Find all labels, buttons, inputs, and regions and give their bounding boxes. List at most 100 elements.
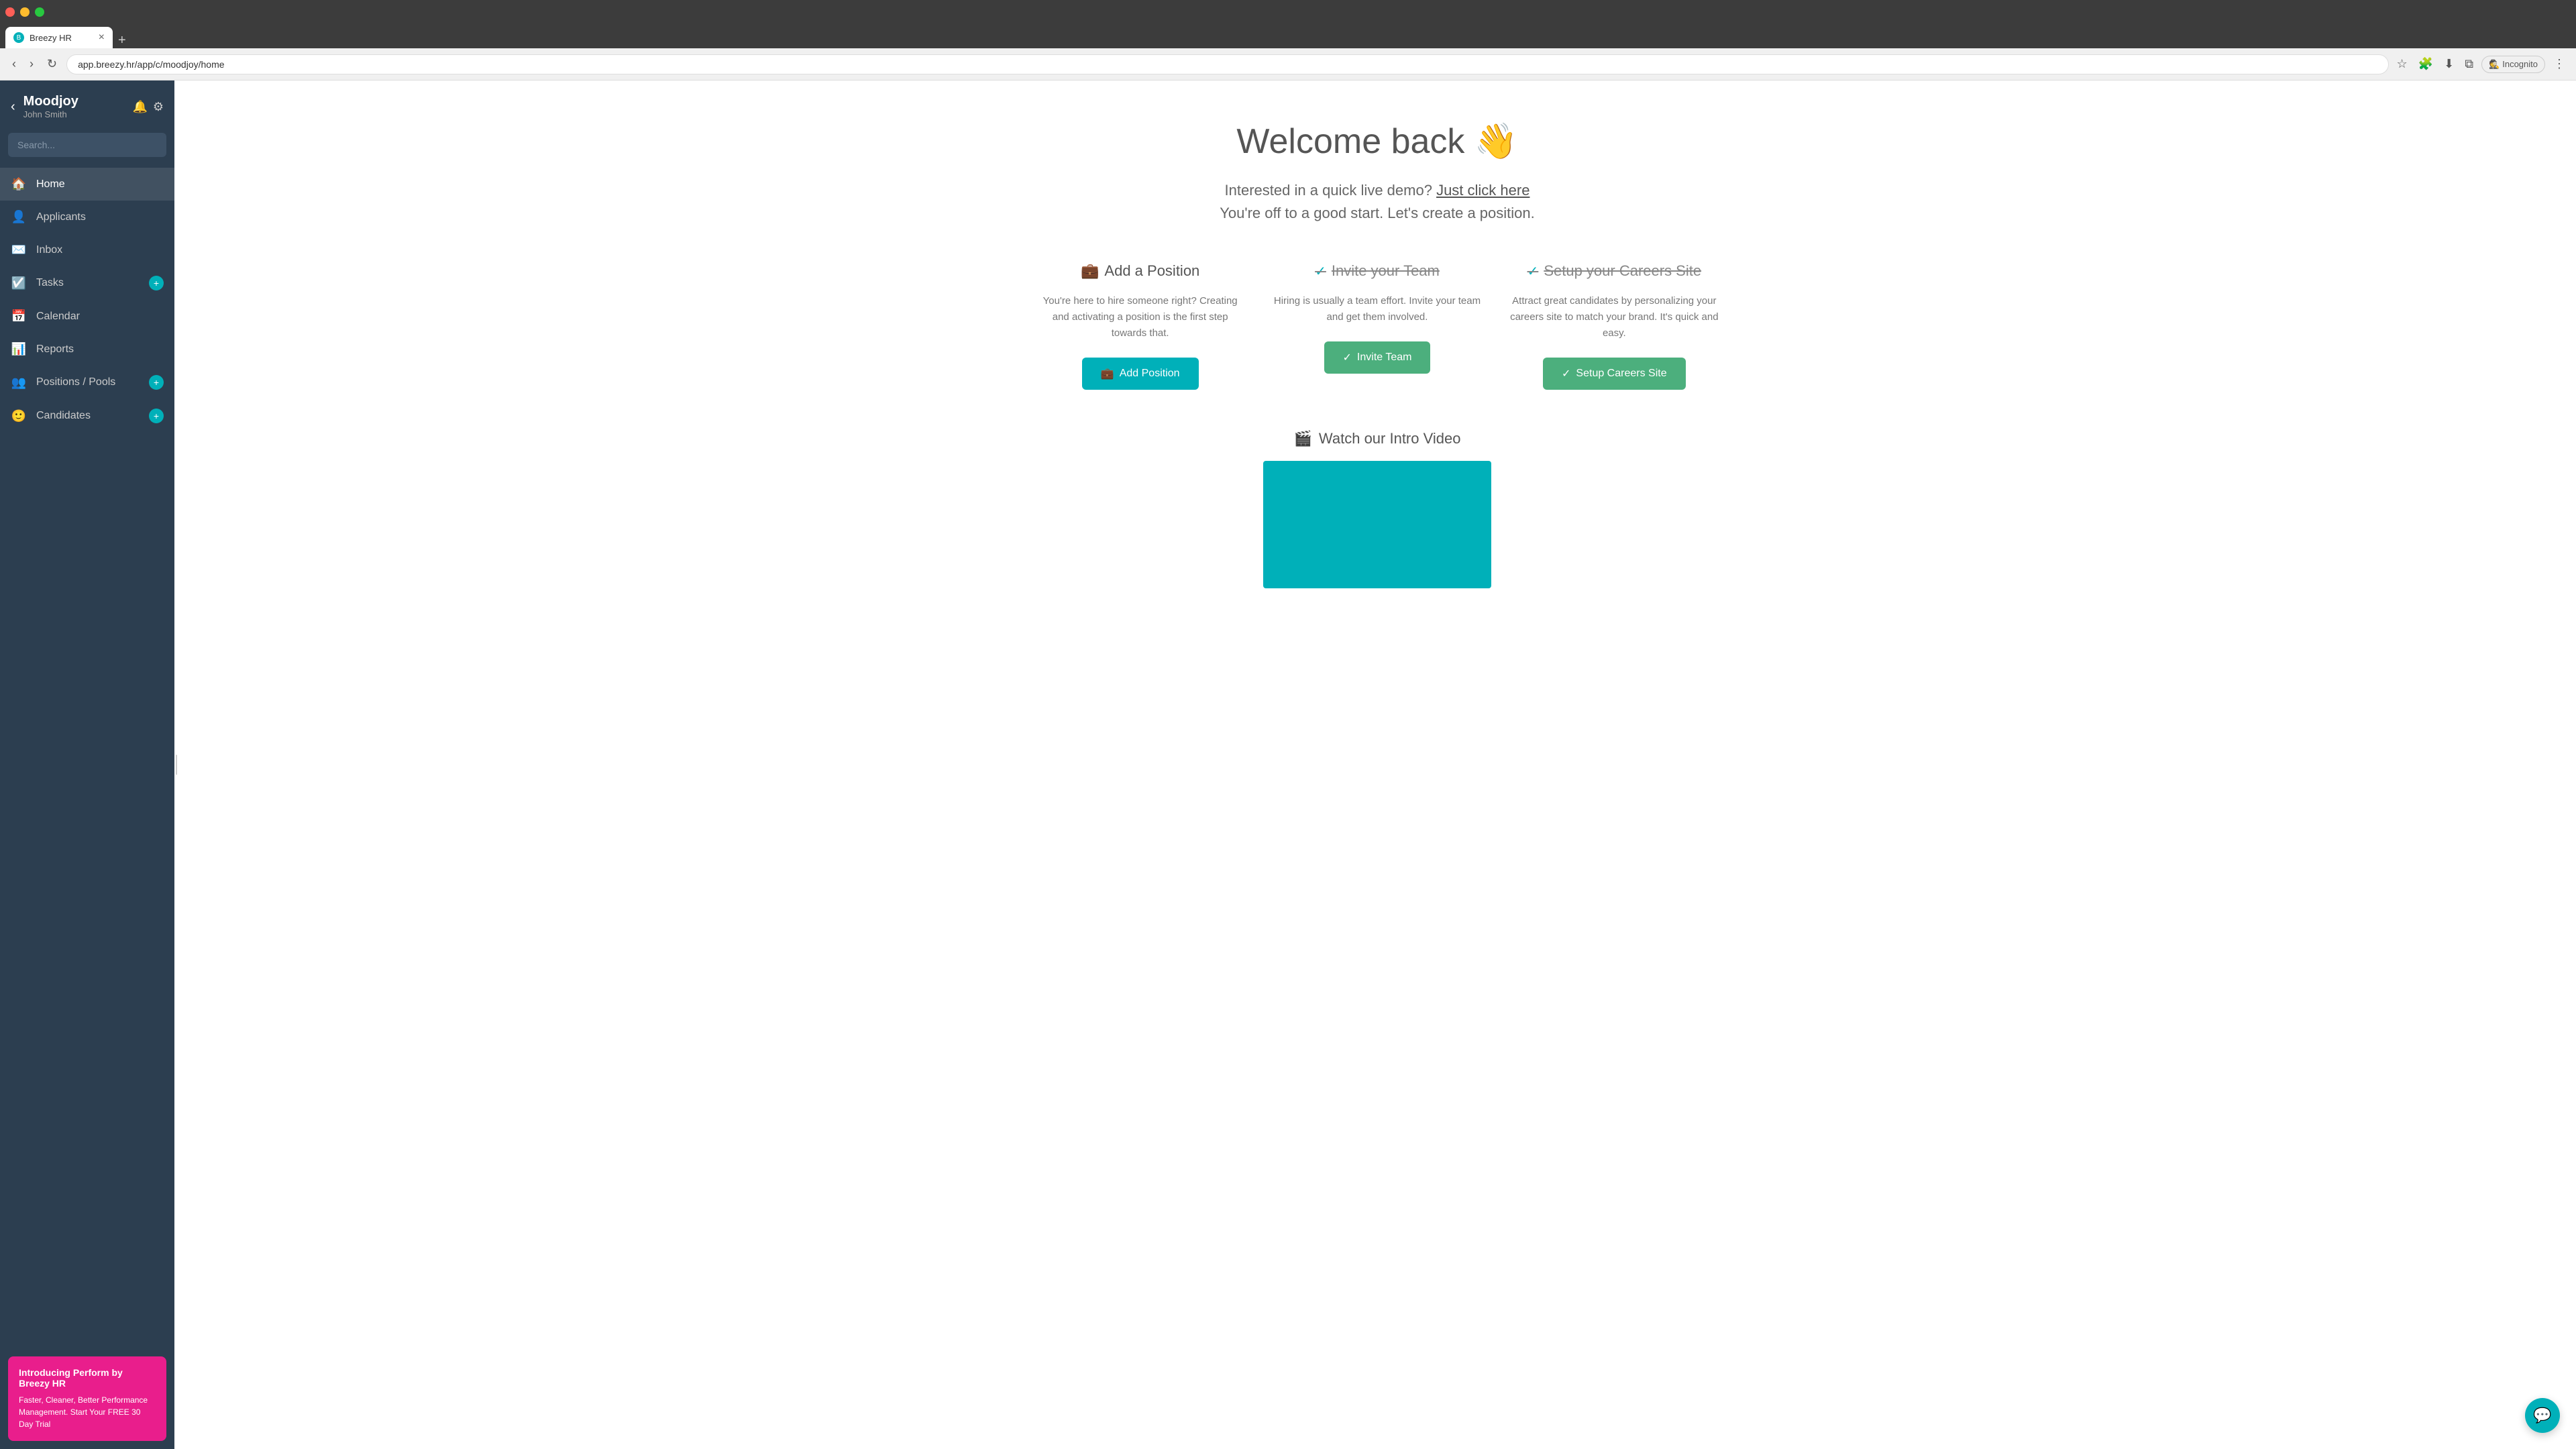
candidates-icon: 🙂 bbox=[11, 409, 27, 423]
notifications-button[interactable]: 🔔 bbox=[132, 100, 147, 114]
sidebar-item-applicants[interactable]: 👤 Applicants bbox=[0, 201, 174, 233]
navigation-bar: ‹ › ↻ app.breezy.hr/app/c/moodjoy/home ☆… bbox=[0, 48, 2576, 80]
setup-careers-button[interactable]: ✓ Setup Careers Site bbox=[1543, 358, 1686, 390]
video-player[interactable] bbox=[1263, 461, 1491, 588]
user-name: John Smith bbox=[23, 109, 125, 119]
sidebar-item-reports[interactable]: 📊 Reports bbox=[0, 333, 174, 366]
video-title: 🎬 Watch our Intro Video bbox=[1035, 430, 1719, 447]
window-controls bbox=[5, 7, 44, 17]
extensions-button[interactable]: 🧩 bbox=[2416, 54, 2436, 74]
sidebar-item-label: Candidates bbox=[36, 410, 140, 422]
window-close-button[interactable] bbox=[5, 7, 15, 17]
btn-check-icon-2: ✓ bbox=[1562, 367, 1570, 380]
promo-title: Introducing Perform by Breezy HR bbox=[19, 1367, 156, 1389]
tab-close-button[interactable]: × bbox=[99, 32, 105, 44]
check-icon: ✓ bbox=[1315, 263, 1326, 280]
chat-icon: 💬 bbox=[2533, 1407, 2551, 1424]
video-icon: 🎬 bbox=[1294, 430, 1312, 447]
new-tab-button[interactable]: + bbox=[118, 33, 126, 48]
sidebar-search-container bbox=[0, 133, 174, 168]
main-inner: Welcome back 👋 Interested in a quick liv… bbox=[1008, 80, 1746, 615]
tasks-badge: + bbox=[149, 276, 164, 290]
btn-check-icon: ✓ bbox=[1343, 351, 1352, 364]
sidebar-item-candidates[interactable]: 🙂 Candidates + bbox=[0, 399, 174, 433]
main-content: Welcome back 👋 Interested in a quick liv… bbox=[178, 80, 2576, 1449]
card-setup-careers-desc: Attract great candidates by personalizin… bbox=[1509, 293, 1719, 341]
reports-icon: 📊 bbox=[11, 342, 27, 356]
positions-icon: 👥 bbox=[11, 376, 27, 390]
sidebar-item-calendar[interactable]: 📅 Calendar bbox=[0, 300, 174, 333]
browser-chrome: B Breezy HR × + ‹ › ↻ app.breezy.hr/app/… bbox=[0, 0, 2576, 80]
sidebar-item-label: Inbox bbox=[36, 244, 164, 256]
sidebar-item-label: Positions / Pools bbox=[36, 376, 140, 388]
demo-text: Interested in a quick live demo? Just cl… bbox=[1035, 182, 1719, 199]
candidates-badge: + bbox=[149, 409, 164, 423]
sidebar-item-label: Tasks bbox=[36, 277, 140, 289]
card-add-position-title: 💼 Add a Position bbox=[1035, 262, 1245, 280]
promo-text: Faster, Cleaner, Better Performance Mana… bbox=[19, 1394, 156, 1430]
card-setup-careers-title: ✓ Setup your Careers Site bbox=[1509, 262, 1719, 280]
invite-team-button[interactable]: ✓ Invite Team bbox=[1324, 341, 1431, 374]
check-icon-2: ✓ bbox=[1527, 263, 1539, 280]
sidebar-header: ‹ Moodjoy John Smith 🔔 ⚙ bbox=[0, 80, 174, 133]
card-invite-team-title: ✓ Invite your Team bbox=[1272, 262, 1482, 280]
resize-indicator bbox=[176, 755, 177, 775]
incognito-icon: 🕵 bbox=[2489, 59, 2500, 70]
reload-button[interactable]: ↻ bbox=[43, 54, 61, 74]
sidebar-item-label: Applicants bbox=[36, 211, 164, 223]
card-add-position: 💼 Add a Position You're here to hire som… bbox=[1035, 262, 1245, 390]
sidebar-company-info: Moodjoy John Smith bbox=[23, 94, 125, 119]
add-position-button[interactable]: 💼 Add Position bbox=[1082, 358, 1199, 390]
briefcase-icon: 💼 bbox=[1081, 262, 1099, 280]
app-container: ‹ Moodjoy John Smith 🔔 ⚙ 🏠 Home 👤 Applic… bbox=[0, 0, 2576, 1449]
sidebar-item-positions-pools[interactable]: 👥 Positions / Pools + bbox=[0, 366, 174, 399]
url-bar[interactable]: app.breezy.hr/app/c/moodjoy/home bbox=[66, 54, 2388, 74]
video-section: 🎬 Watch our Intro Video bbox=[1035, 430, 1719, 588]
back-button[interactable]: ‹ bbox=[8, 54, 20, 74]
url-text: app.breezy.hr/app/c/moodjoy/home bbox=[78, 59, 2377, 70]
company-name: Moodjoy bbox=[23, 94, 125, 109]
download-button[interactable]: ⬇ bbox=[2441, 54, 2457, 74]
welcome-section: Welcome back 👋 Interested in a quick liv… bbox=[1035, 121, 1719, 222]
window-maximize-button[interactable] bbox=[35, 7, 44, 17]
card-invite-team-desc: Hiring is usually a team effort. Invite … bbox=[1272, 293, 1482, 325]
sidebar-item-home[interactable]: 🏠 Home bbox=[0, 168, 174, 201]
sidebar-action-buttons: 🔔 ⚙ bbox=[132, 100, 164, 114]
split-button[interactable]: ⧉ bbox=[2462, 54, 2476, 74]
welcome-title: Welcome back 👋 bbox=[1035, 121, 1719, 162]
sidebar: ‹ Moodjoy John Smith 🔔 ⚙ 🏠 Home 👤 Applic… bbox=[0, 80, 174, 1449]
settings-button[interactable]: ⚙ bbox=[153, 100, 164, 114]
applicants-icon: 👤 bbox=[11, 210, 27, 224]
sidebar-back-button[interactable]: ‹ bbox=[11, 99, 15, 115]
start-text: You're off to a good start. Let's create… bbox=[1035, 205, 1719, 222]
positions-badge: + bbox=[149, 375, 164, 390]
tab-bar: B Breezy HR × + bbox=[0, 24, 2576, 48]
btn-briefcase-icon: 💼 bbox=[1101, 367, 1114, 380]
demo-link[interactable]: Just click here bbox=[1436, 182, 1529, 199]
tab-title: Breezy HR bbox=[30, 33, 72, 43]
menu-button[interactable]: ⋮ bbox=[2551, 54, 2568, 74]
sidebar-item-label: Calendar bbox=[36, 311, 164, 323]
calendar-icon: 📅 bbox=[11, 309, 27, 323]
card-add-position-desc: You're here to hire someone right? Creat… bbox=[1035, 293, 1245, 341]
sidebar-item-tasks[interactable]: ☑️ Tasks + bbox=[0, 266, 174, 300]
titlebar bbox=[0, 0, 2576, 24]
sidebar-promo-banner[interactable]: Introducing Perform by Breezy HR Faster,… bbox=[8, 1356, 166, 1441]
sidebar-item-label: Reports bbox=[36, 343, 164, 356]
search-input[interactable] bbox=[8, 133, 166, 157]
incognito-badge: 🕵 Incognito bbox=[2481, 56, 2545, 73]
sidebar-item-inbox[interactable]: ✉️ Inbox bbox=[0, 233, 174, 266]
card-invite-team: ✓ Invite your Team Hiring is usually a t… bbox=[1272, 262, 1482, 390]
inbox-icon: ✉️ bbox=[11, 243, 27, 257]
tab-favicon: B bbox=[13, 32, 24, 43]
forward-button[interactable]: › bbox=[25, 54, 38, 74]
cards-section: 💼 Add a Position You're here to hire som… bbox=[1035, 262, 1719, 390]
chat-support-button[interactable]: 💬 bbox=[2525, 1398, 2560, 1433]
window-minimize-button[interactable] bbox=[20, 7, 30, 17]
home-icon: 🏠 bbox=[11, 177, 27, 191]
browser-tab[interactable]: B Breezy HR × bbox=[5, 27, 113, 48]
sidebar-navigation: 🏠 Home 👤 Applicants ✉️ Inbox ☑️ Tasks + … bbox=[0, 168, 174, 1348]
bookmark-button[interactable]: ☆ bbox=[2394, 54, 2410, 74]
tasks-icon: ☑️ bbox=[11, 276, 27, 290]
incognito-label: Incognito bbox=[2502, 59, 2538, 69]
